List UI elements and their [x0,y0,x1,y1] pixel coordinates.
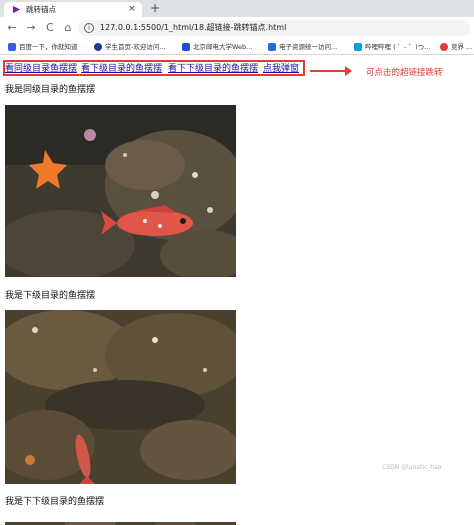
home-icon[interactable]: ⌂ [61,20,75,36]
forward-icon[interactable]: → [24,20,38,36]
section-heading: 我是下下级目录的鱼摆摆 [5,497,105,507]
school-icon [94,43,102,51]
link-popup[interactable]: 点我弹窗 [263,64,299,75]
annotation-arrow [310,66,352,76]
bookmark-label: 北京邮电大学Web... [193,43,253,51]
library-icon [268,43,276,51]
address-bar[interactable]: i 127.0.0.1:5500/1_html/18.超链接-跳转锚点.html [78,20,470,36]
fish-photo-2 [5,310,236,484]
tab-strip: 跳转锚点 × + [0,0,474,17]
section-heading: 我是同级目录的鱼摆摆 [5,85,96,95]
bookmark-label: 电子资源统一访问... [279,43,338,51]
bookmark-label: 哔哩哔哩 ( ゜- ゜)つ... [365,43,431,51]
tab-title: 跳转锚点 [26,5,56,14]
reload-icon[interactable]: C [43,20,57,36]
page-content: 看同级目录鱼摆摆 看下级目录的鱼摆摆 看下下级目录的鱼摆摆 点我弹窗 可点击的超… [0,56,474,525]
link-highlight-box: 看同级目录鱼摆摆 看下级目录的鱼摆摆 看下下级目录的鱼摆摆 点我弹窗 [3,60,305,76]
rocky-reef-fish-image [5,310,236,484]
bookmarks-bar: 百度一下，你就知道 学生首页-欢迎访问... 北京邮电大学Web... 电子资源… [0,39,474,55]
navigation-bar: ← → C ⌂ i 127.0.0.1:5500/1_html/18.超链接-跳… [0,17,474,39]
seafloor-fish-image [5,105,236,277]
bilibili-icon [354,43,362,51]
browser-tab[interactable]: 跳转锚点 × [4,2,142,17]
url-text[interactable]: 127.0.0.1:5500/1_html/18.超链接-跳转锚点.html [100,22,286,34]
bupt-icon [182,43,190,51]
back-icon[interactable]: ← [5,20,19,36]
section-heading: 我是下级目录的鱼摆摆 [5,291,96,301]
bookmark-label: 竞界 ... [451,43,473,51]
fish-photo-3 [5,516,236,525]
link-same-level[interactable]: 看同级目录鱼摆摆 [5,64,77,75]
site-info-icon[interactable]: i [84,23,94,33]
annotation-text: 可点击的超链接跳转 [366,68,443,78]
bookmark-label: 学生首页-欢迎访问... [105,43,166,51]
new-tab-button[interactable]: + [150,0,160,16]
bookmark-label: 百度一下，你就知道 [19,43,78,51]
site-icon [440,43,448,51]
paw-icon [8,43,16,51]
watermark-text: CSDN @lunatic_hao [382,464,442,471]
page-favicon-icon [12,5,21,14]
close-tab-icon[interactable]: × [128,3,136,15]
link-sub-sub-level[interactable]: 看下下级目录的鱼摆摆 [168,64,258,75]
link-sub-level[interactable]: 看下级目录的鱼摆摆 [81,64,162,75]
fish-photo-1 [5,105,236,277]
